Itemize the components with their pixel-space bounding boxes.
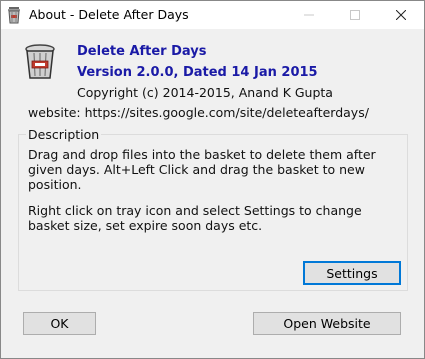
- website-text: website: https://sites.google.com/site/d…: [28, 105, 369, 120]
- close-icon: [396, 10, 406, 20]
- description-paragraph-2: Right click on tray icon and select Sett…: [28, 203, 362, 233]
- version-text: Version 2.0.0, Dated 14 Jan 2015: [77, 65, 318, 80]
- app-name: Delete After Days: [77, 44, 207, 59]
- description-paragraph-1: Drag and drop files into the basket to d…: [28, 147, 376, 192]
- maximize-icon: [350, 10, 360, 20]
- window-title: About - Delete After Days: [29, 7, 189, 22]
- basket-icon: [8, 7, 20, 24]
- open-website-button[interactable]: Open Website: [253, 312, 401, 335]
- settings-button[interactable]: Settings: [303, 261, 401, 285]
- minimize-button[interactable]: [286, 1, 332, 29]
- title-bar[interactable]: About - Delete After Days: [1, 1, 424, 29]
- ok-button[interactable]: OK: [23, 312, 96, 335]
- description-label: Description: [26, 127, 102, 142]
- close-button[interactable]: [378, 1, 424, 29]
- copyright-text: Copyright (c) 2014-2015, Anand K Gupta: [77, 85, 333, 100]
- maximize-button[interactable]: [332, 1, 378, 29]
- minimize-icon: [304, 14, 314, 16]
- basket-logo-icon: [25, 44, 55, 79]
- about-dialog: About - Delete After Days Delete After D…: [0, 0, 425, 359]
